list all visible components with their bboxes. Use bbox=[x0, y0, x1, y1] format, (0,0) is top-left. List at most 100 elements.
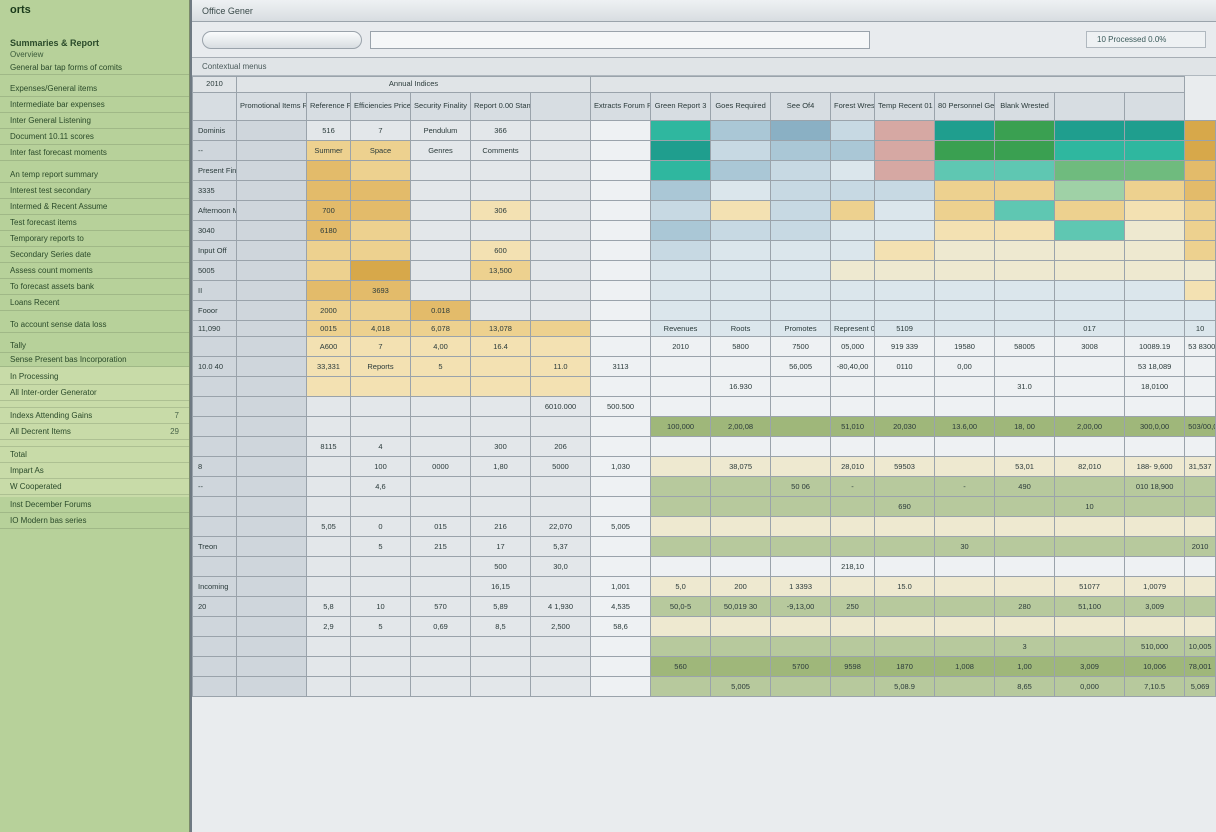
cell[interactable] bbox=[531, 301, 591, 321]
cell[interactable] bbox=[771, 637, 831, 657]
cell[interactable]: 51,010 bbox=[831, 417, 875, 437]
cell[interactable] bbox=[771, 617, 831, 637]
cell[interactable] bbox=[831, 437, 875, 457]
cell[interactable] bbox=[237, 457, 307, 477]
cell[interactable] bbox=[237, 321, 307, 337]
cell[interactable]: 50 06 bbox=[771, 477, 831, 497]
sidebar-item[interactable]: Sense Present bas Incorporation bbox=[0, 353, 189, 367]
cell[interactable]: 2000 bbox=[307, 301, 351, 321]
cell[interactable]: 5,005 bbox=[591, 517, 651, 537]
cell[interactable] bbox=[1055, 141, 1125, 161]
cell[interactable] bbox=[935, 221, 995, 241]
cell[interactable] bbox=[875, 141, 935, 161]
cell[interactable] bbox=[193, 677, 237, 697]
cell[interactable] bbox=[411, 261, 471, 281]
cell[interactable]: 1870 bbox=[875, 657, 935, 677]
cell[interactable] bbox=[1185, 221, 1216, 241]
cell[interactable] bbox=[771, 417, 831, 437]
cell[interactable] bbox=[875, 121, 935, 141]
cell[interactable] bbox=[651, 537, 711, 557]
cell[interactable] bbox=[351, 261, 411, 281]
cell[interactable] bbox=[875, 597, 935, 617]
cell[interactable]: 1,001 bbox=[591, 577, 651, 597]
cell[interactable] bbox=[307, 637, 351, 657]
cell[interactable]: 82,010 bbox=[1055, 457, 1125, 477]
cell[interactable]: 0000 bbox=[411, 457, 471, 477]
cell[interactable] bbox=[875, 261, 935, 281]
cell[interactable]: 5700 bbox=[771, 657, 831, 677]
cell[interactable] bbox=[471, 357, 531, 377]
cell[interactable] bbox=[771, 497, 831, 517]
cell[interactable] bbox=[651, 301, 711, 321]
cell[interactable]: 510,000 bbox=[1125, 637, 1185, 657]
cell[interactable] bbox=[591, 241, 651, 261]
cell[interactable] bbox=[237, 517, 307, 537]
cell[interactable] bbox=[307, 181, 351, 201]
cell[interactable]: 16.4 bbox=[471, 337, 531, 357]
cell[interactable] bbox=[351, 397, 411, 417]
cell[interactable]: 366 bbox=[471, 121, 531, 141]
cell[interactable] bbox=[1185, 357, 1216, 377]
cell[interactable] bbox=[591, 477, 651, 497]
cell[interactable]: 5,05 bbox=[307, 517, 351, 537]
row-header[interactable]: 5005 bbox=[193, 261, 237, 281]
cell[interactable]: 18,0100 bbox=[1125, 377, 1185, 397]
cell[interactable]: 0 bbox=[351, 517, 411, 537]
cell[interactable] bbox=[831, 281, 875, 301]
row-header[interactable]: II bbox=[193, 281, 237, 301]
col-header[interactable]: See Of4 bbox=[771, 93, 831, 121]
cell[interactable] bbox=[995, 221, 1055, 241]
cell[interactable]: 5,37 bbox=[531, 537, 591, 557]
cell[interactable] bbox=[307, 497, 351, 517]
cell[interactable] bbox=[1185, 241, 1216, 261]
cell[interactable] bbox=[237, 597, 307, 617]
cell[interactable]: Promotes bbox=[771, 321, 831, 337]
cell[interactable]: 13,078 bbox=[471, 321, 531, 337]
cell[interactable] bbox=[237, 657, 307, 677]
cell[interactable] bbox=[995, 181, 1055, 201]
col-header[interactable] bbox=[1055, 93, 1125, 121]
spreadsheet[interactable]: 2010 Annual Indices Promotional Items Re… bbox=[192, 76, 1216, 832]
cell[interactable] bbox=[237, 497, 307, 517]
cell[interactable] bbox=[1125, 397, 1185, 417]
cell[interactable] bbox=[711, 557, 771, 577]
sidebar-item[interactable]: Assess count moments bbox=[0, 263, 189, 279]
cell[interactable] bbox=[591, 201, 651, 221]
sidebar-item[interactable]: All Inter-order Generator bbox=[0, 385, 189, 401]
cell[interactable] bbox=[651, 677, 711, 697]
cell[interactable] bbox=[307, 457, 351, 477]
cell[interactable] bbox=[411, 577, 471, 597]
cell[interactable]: 5,069 bbox=[1185, 677, 1216, 697]
cell[interactable]: 490 bbox=[995, 477, 1055, 497]
cell[interactable] bbox=[531, 637, 591, 657]
cell[interactable] bbox=[711, 221, 771, 241]
cell[interactable]: Incoming bbox=[193, 577, 237, 597]
cell[interactable]: 13.6,00 bbox=[935, 417, 995, 437]
sidebar-item[interactable]: Intermed & Recent Assume bbox=[0, 199, 189, 215]
cell[interactable] bbox=[307, 537, 351, 557]
cell[interactable]: 690 bbox=[875, 497, 935, 517]
cell[interactable]: 7,10.5 bbox=[1125, 677, 1185, 697]
cell[interactable] bbox=[351, 497, 411, 517]
cell[interactable] bbox=[651, 497, 711, 517]
sidebar-item[interactable] bbox=[0, 440, 189, 447]
cell[interactable] bbox=[411, 637, 471, 657]
cell[interactable]: 16.930 bbox=[711, 377, 771, 397]
cell[interactable] bbox=[711, 261, 771, 281]
cell[interactable]: 216 bbox=[471, 517, 531, 537]
cell[interactable] bbox=[651, 121, 711, 141]
cell[interactable]: 3693 bbox=[351, 281, 411, 301]
cell[interactable] bbox=[651, 357, 711, 377]
cell[interactable]: 218,10 bbox=[831, 557, 875, 577]
cell[interactable]: 50,019 30 bbox=[711, 597, 771, 617]
cell[interactable]: 5000 bbox=[531, 457, 591, 477]
cell[interactable]: 10.0 40 bbox=[193, 357, 237, 377]
cell[interactable] bbox=[875, 221, 935, 241]
cell[interactable] bbox=[995, 617, 1055, 637]
cell[interactable] bbox=[651, 377, 711, 397]
cell[interactable] bbox=[411, 161, 471, 181]
cell[interactable] bbox=[831, 637, 875, 657]
cell[interactable] bbox=[1125, 221, 1185, 241]
cell[interactable]: 5 bbox=[411, 357, 471, 377]
cell[interactable] bbox=[411, 241, 471, 261]
